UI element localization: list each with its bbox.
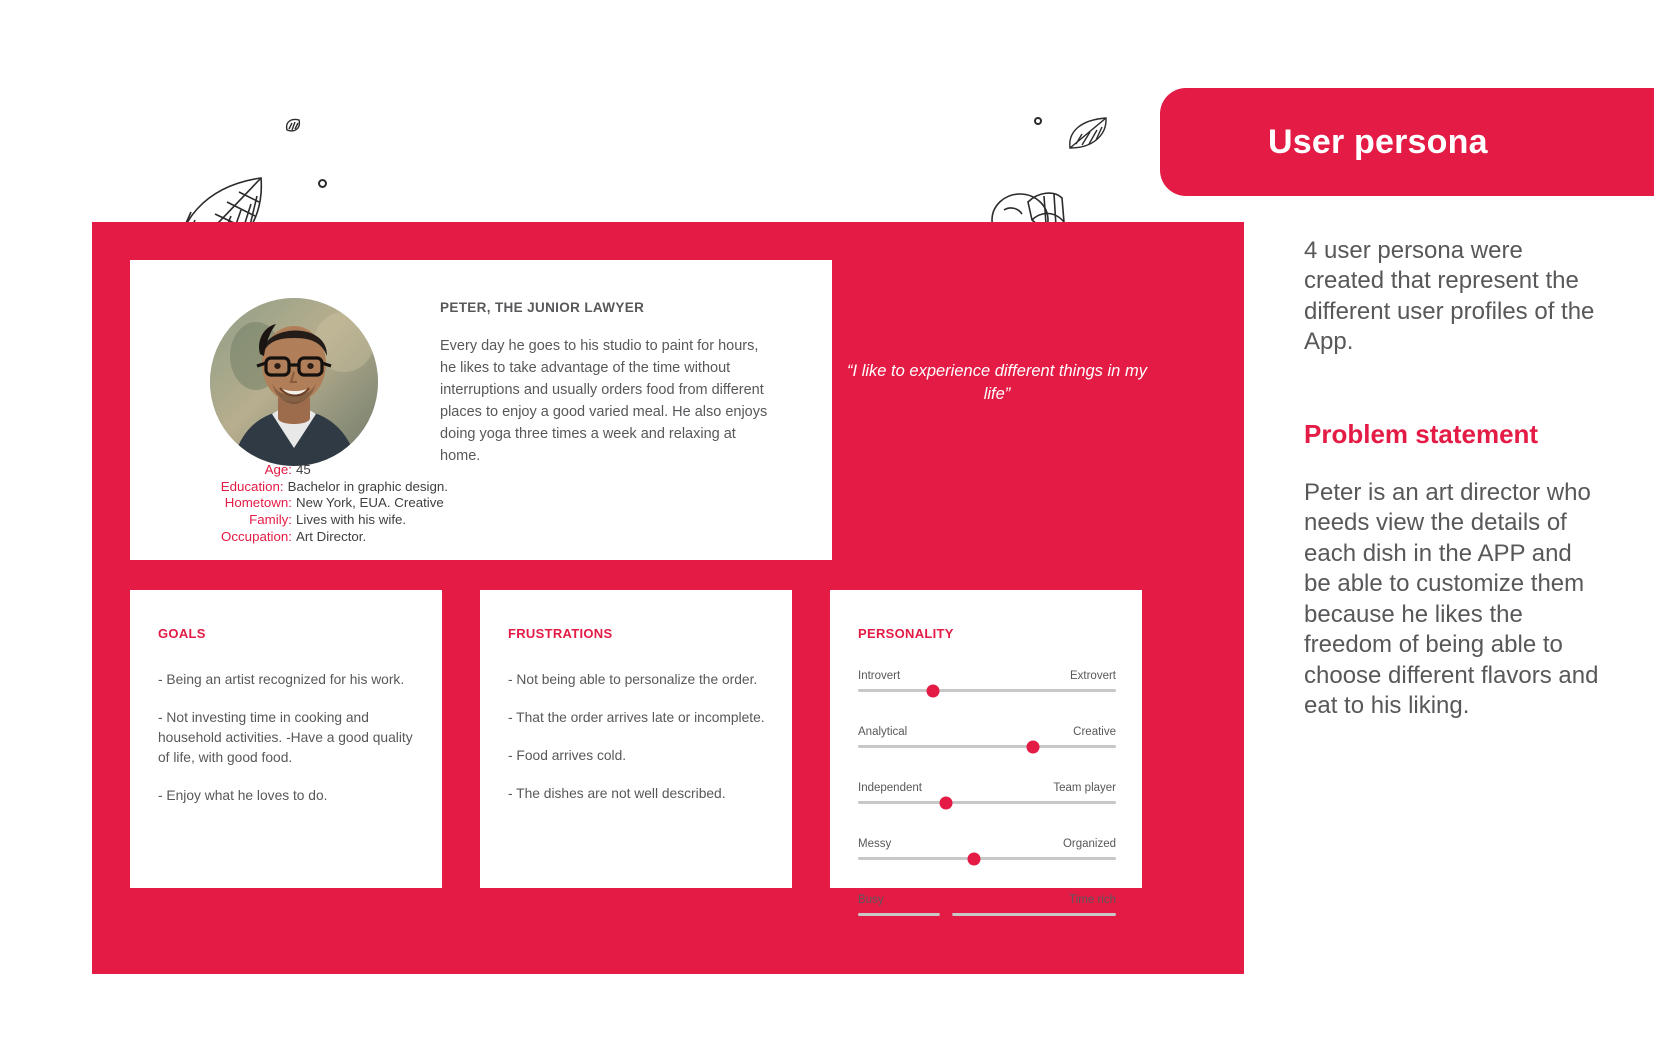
- attribute-label: Hometown:: [224, 495, 292, 511]
- personality-sliders: Introvert Extrovert Analytical Creative: [858, 652, 1116, 932]
- slider-right-label: Team player: [1053, 782, 1116, 794]
- slider-track[interactable]: [858, 796, 1116, 809]
- slider-knob[interactable]: [1026, 740, 1040, 753]
- user-persona-slide: User persona PETER, THE JUNIOR LAWYER Ev…: [0, 0, 1654, 1064]
- personality-slider-analytical-creative[interactable]: Analytical Creative: [858, 726, 1116, 764]
- attribute-row: Education: Bachelor in graphic design.: [148, 479, 448, 495]
- attribute-value: New York, EUA. Creative: [296, 495, 444, 511]
- header-banner: User persona: [1160, 88, 1654, 196]
- persona-board: PETER, THE JUNIOR LAWYER Every day he go…: [92, 222, 1244, 974]
- attribute-label: Occupation:: [221, 528, 292, 544]
- problem-statement-title: Problem statement: [1304, 418, 1539, 449]
- slider-track[interactable]: [858, 852, 1116, 865]
- persona-quote: “I like to experience different things i…: [847, 362, 1147, 404]
- list-item: - Being an artist recognized for his wor…: [158, 672, 405, 687]
- personality-card: PERSONALITY Introvert Extrovert Analytic…: [830, 590, 1142, 921]
- personality-slider-busy-timerich[interactable]: Busy Time rich: [858, 894, 1116, 932]
- leaf-doodle-small: [1066, 114, 1110, 154]
- goals-list: - Being an artist recognized for his wor…: [158, 652, 416, 806]
- persona-name: PETER, THE JUNIOR LAWYER: [440, 300, 645, 315]
- persona-card: PETER, THE JUNIOR LAWYER Every day he go…: [130, 260, 832, 560]
- slider-left-label: Introvert: [858, 670, 901, 682]
- slider-track[interactable]: [858, 684, 1116, 697]
- list-item: - Not being able to personalize the orde…: [508, 672, 758, 687]
- slider-right-label: Creative: [1073, 726, 1116, 738]
- list-item: - Not investing time in cooking and hous…: [158, 710, 413, 765]
- attribute-label: Age:: [264, 462, 292, 477]
- slider-left-label: Messy: [858, 838, 892, 850]
- personality-title: PERSONALITY: [858, 626, 954, 641]
- attribute-label: Family:: [249, 512, 292, 528]
- slider-track[interactable]: [858, 740, 1116, 753]
- slider-knob[interactable]: [967, 852, 981, 865]
- slider-left-label: Busy: [858, 894, 884, 906]
- persona-attributes: Age: 45 Education: Bachelor in graphic d…: [148, 462, 448, 545]
- slider-knob[interactable]: [926, 684, 940, 697]
- personality-slider-independent-teamplayer[interactable]: Independent Team player: [858, 782, 1116, 820]
- slider-left-label: Independent: [858, 782, 922, 794]
- page-title: User persona: [1268, 122, 1488, 161]
- attribute-row: Occupation: Art Director.: [148, 529, 448, 545]
- attribute-value: Lives with his wife.: [296, 512, 407, 528]
- slider-knob[interactable]: [939, 908, 953, 921]
- detail-cards: GOALS - Being an artist recognized for h…: [130, 590, 1190, 921]
- persona-description: Every day he goes to his studio to paint…: [440, 338, 768, 465]
- attribute-row: Age: 45: [148, 462, 448, 478]
- problem-statement-text: Peter is an art director who needs view …: [1304, 478, 1599, 720]
- attribute-value: Bachelor in graphic design.: [287, 478, 448, 494]
- attribute-label: Education:: [220, 478, 284, 494]
- attribute-value: Art Director.: [296, 528, 367, 544]
- attribute-value: 45: [296, 462, 311, 477]
- attribute-row: Family: Lives with his wife.: [148, 512, 448, 528]
- slider-track[interactable]: [858, 908, 1116, 921]
- slider-right-label: Extrovert: [1069, 670, 1116, 682]
- dot-doodle-2: [1034, 117, 1042, 125]
- frustrations-list: - Not being able to personalize the orde…: [508, 652, 766, 804]
- list-item: - That the order arrives late or incompl…: [508, 710, 765, 725]
- list-item: - Food arrives cold.: [508, 748, 627, 763]
- list-item: - Enjoy what he loves to do.: [158, 788, 328, 803]
- slider-right-label: Organized: [1062, 838, 1116, 850]
- personality-slider-messy-organized[interactable]: Messy Organized: [858, 838, 1116, 876]
- frustrations-card: FRUSTRATIONS - Not being able to persona…: [480, 590, 792, 888]
- sidebar: 4 user persona were created that represe…: [1304, 236, 1604, 722]
- sidebar-intro: 4 user persona were created that represe…: [1304, 237, 1595, 356]
- persona-header: PETER, THE JUNIOR LAWYER Every day he go…: [440, 300, 790, 467]
- seed-doodle: [283, 116, 303, 136]
- list-item: - The dishes are not well described.: [508, 786, 726, 801]
- dot-doodle-1: [318, 179, 327, 188]
- slider-knob[interactable]: [939, 796, 953, 809]
- goals-card: GOALS - Being an artist recognized for h…: [130, 590, 442, 888]
- avatar: [210, 298, 378, 466]
- frustrations-title: FRUSTRATIONS: [508, 626, 613, 641]
- personality-slider-introvert-extrovert[interactable]: Introvert Extrovert: [858, 670, 1116, 708]
- attribute-row: Hometown: New York, EUA. Creative: [148, 495, 448, 511]
- slider-left-label: Analytical: [858, 726, 908, 738]
- slider-right-label: Time rich: [1069, 894, 1116, 906]
- goals-title: GOALS: [158, 626, 206, 641]
